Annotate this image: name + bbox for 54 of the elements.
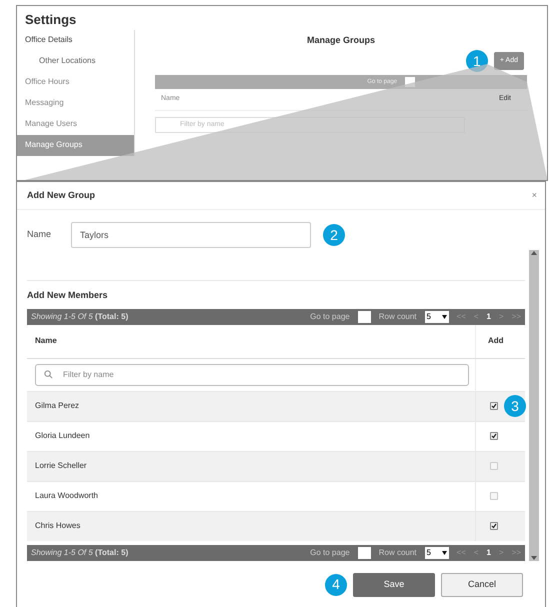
- checkbox[interactable]: [490, 432, 498, 440]
- prev-page-link[interactable]: <: [474, 546, 479, 558]
- pager-summary: Showing 1-5 Of 5 (Total: 5): [31, 546, 128, 558]
- sidebar-item[interactable]: Manage Groups: [17, 134, 134, 156]
- name-field[interactable]: Taylors: [71, 222, 311, 248]
- column-header: Add: [475, 324, 525, 358]
- checkbox[interactable]: [490, 402, 498, 410]
- last-page-link[interactable]: >>: [512, 310, 521, 322]
- checkbox[interactable]: [490, 522, 498, 530]
- scroll-up-icon: [531, 250, 537, 255]
- callout-number: 2: [323, 224, 345, 246]
- page-input[interactable]: [358, 546, 371, 558]
- filter-field[interactable]: Filter by name: [35, 364, 469, 386]
- first-page-link[interactable]: <<: [456, 310, 466, 322]
- prev-page-link[interactable]: <: [474, 310, 479, 322]
- last-page-link[interactable]: >>: [512, 546, 521, 558]
- sidebar-item[interactable]: Office Details: [17, 30, 134, 50]
- scroll-down-icon: [531, 556, 537, 561]
- row-count-select[interactable]: 5: [424, 310, 449, 322]
- section-title: Add New Members: [27, 289, 109, 302]
- page-heading: Manage Groups: [306, 34, 376, 47]
- table-cell-text: Chris Howes: [34, 520, 82, 532]
- window-title: Settings: [24, 11, 78, 29]
- dialog-title: Add New Group: [27, 188, 95, 202]
- next-page-link[interactable]: >: [498, 310, 504, 322]
- next-page-link[interactable]: >: [498, 546, 504, 558]
- save-button[interactable]: Save: [353, 572, 435, 596]
- table-cell-text: Gilma Perez: [34, 400, 80, 412]
- callout-number: 3: [504, 395, 526, 417]
- column-header: Name: [34, 335, 58, 347]
- table-cell-text: Laura Woodworth: [34, 490, 99, 502]
- current-page: 1: [486, 546, 491, 558]
- pager-label: Row count: [378, 310, 417, 322]
- first-page-link[interactable]: <<: [456, 546, 466, 558]
- page-input[interactable]: [358, 310, 371, 322]
- caret-icon: [442, 550, 447, 554]
- cancel-button[interactable]: Cancel: [441, 572, 523, 596]
- search-icon: [44, 370, 53, 379]
- table-cell-text: Gloria Lundeen: [34, 430, 91, 442]
- pager-summary: Showing 1-5 Of 5 (Total: 5): [31, 310, 128, 322]
- pager-label: Row count: [378, 546, 417, 558]
- caret-icon: [442, 314, 447, 318]
- callout-number: 4: [325, 574, 347, 596]
- pager-label: Go to page: [310, 546, 350, 558]
- table-cell-text: Lorrie Scheller: [34, 460, 88, 472]
- checkmark-icon: [491, 433, 497, 439]
- close-button[interactable]: ×: [532, 188, 537, 202]
- checkmark-icon: [491, 403, 497, 409]
- field-label: Name: [27, 228, 52, 242]
- pager-label: Go to page: [310, 310, 350, 322]
- row-count-select[interactable]: 5: [424, 546, 449, 558]
- scrollbar[interactable]: [529, 250, 539, 561]
- current-page: 1: [486, 310, 491, 322]
- checkmark-icon: [491, 523, 497, 529]
